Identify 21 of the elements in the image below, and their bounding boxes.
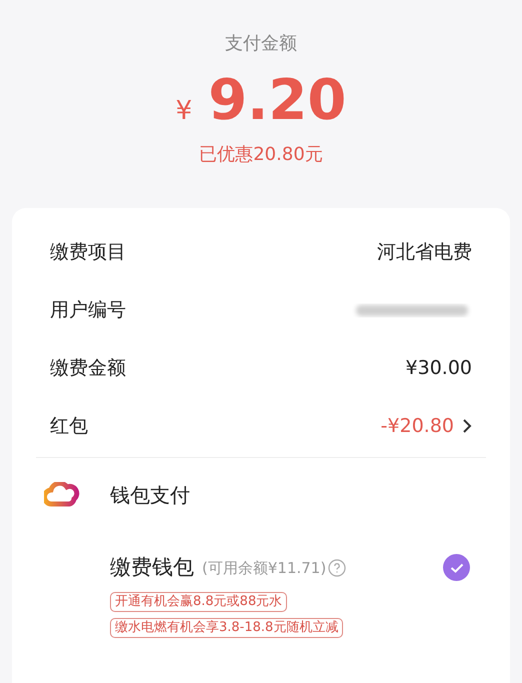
detail-label: 缴费金额 [50, 356, 126, 381]
payment-title: 支付金额 [225, 32, 297, 56]
currency-symbol: ¥ [176, 95, 192, 128]
coupon-amount-button[interactable]: -¥20.80 [380, 412, 472, 440]
chevron-right-icon [462, 418, 472, 434]
promo-tag: 缴水电燃有机会享3.8-18.8元随机立减 [110, 618, 344, 638]
payment-amount: 9.20 [208, 67, 346, 135]
wallet-pay-title: 钱包支付 [110, 482, 190, 509]
detail-label: 用户编号 [50, 298, 126, 323]
wallet-cloud-icon [44, 482, 80, 508]
detail-label: 红包 [50, 414, 88, 439]
wallet-balance: (可用余额¥11.71) [202, 558, 326, 578]
detail-value: ¥30.00 [406, 356, 472, 381]
detail-label: 缴费项目 [50, 240, 126, 265]
help-icon[interactable] [328, 558, 346, 577]
discount-text: 已优惠20.80元 [199, 143, 323, 167]
select-checkbox[interactable] [443, 554, 470, 582]
detail-value: 河北省电费 [377, 240, 472, 265]
wallet-option-name: 缴费钱包 [110, 554, 194, 581]
promo-tag: 开通有机会赢8.8元或88元水 [110, 592, 288, 612]
check-icon [450, 562, 464, 573]
